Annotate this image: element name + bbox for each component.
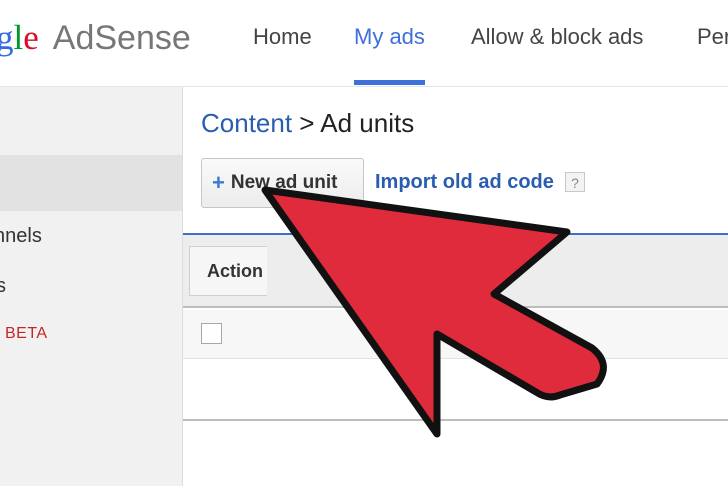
action-button[interactable]: Action [189,246,267,296]
sidebar-beta-badge[interactable]: BETA [5,325,48,343]
tab-my-ads[interactable]: My ads [354,22,425,86]
new-ad-unit-label: New ad unit [230,172,338,193]
sidebar-item-selected[interactable] [0,155,182,211]
logo-product-name: AdSense [52,19,191,57]
adsense-logo[interactable]: gle AdSense [0,16,191,60]
logo-letter-g: g [0,18,14,57]
sidebar-item-channels[interactable]: nnels [0,225,42,248]
breadcrumb: Content > Ad units [201,108,414,139]
logo-letter-e: e [23,18,39,57]
top-header: gle AdSense Home My ads Allow & block ads… [0,0,728,87]
breadcrumb-current: Ad units [320,108,415,138]
select-all-checkbox[interactable] [201,323,222,344]
tab-performance[interactable]: Per [697,22,728,86]
table-row[interactable] [183,310,728,359]
tab-allow-block-ads[interactable]: Allow & block ads [471,22,643,86]
import-old-ad-code-link[interactable]: Import old ad code [375,171,554,194]
sidebar-item-s[interactable]: s [0,275,6,298]
plus-icon: + [212,170,225,195]
breadcrumb-content-link[interactable]: Content [201,108,292,138]
logo-letter-l: l [13,18,24,57]
help-icon[interactable]: ? [565,172,585,192]
breadcrumb-separator: > [292,108,321,138]
new-ad-unit-button[interactable]: + New ad unit [201,158,364,208]
table-bottom-divider [183,419,728,421]
tab-home[interactable]: Home [253,22,312,86]
left-sidebar: nnels s BETA [0,87,183,486]
table-row [183,359,728,409]
